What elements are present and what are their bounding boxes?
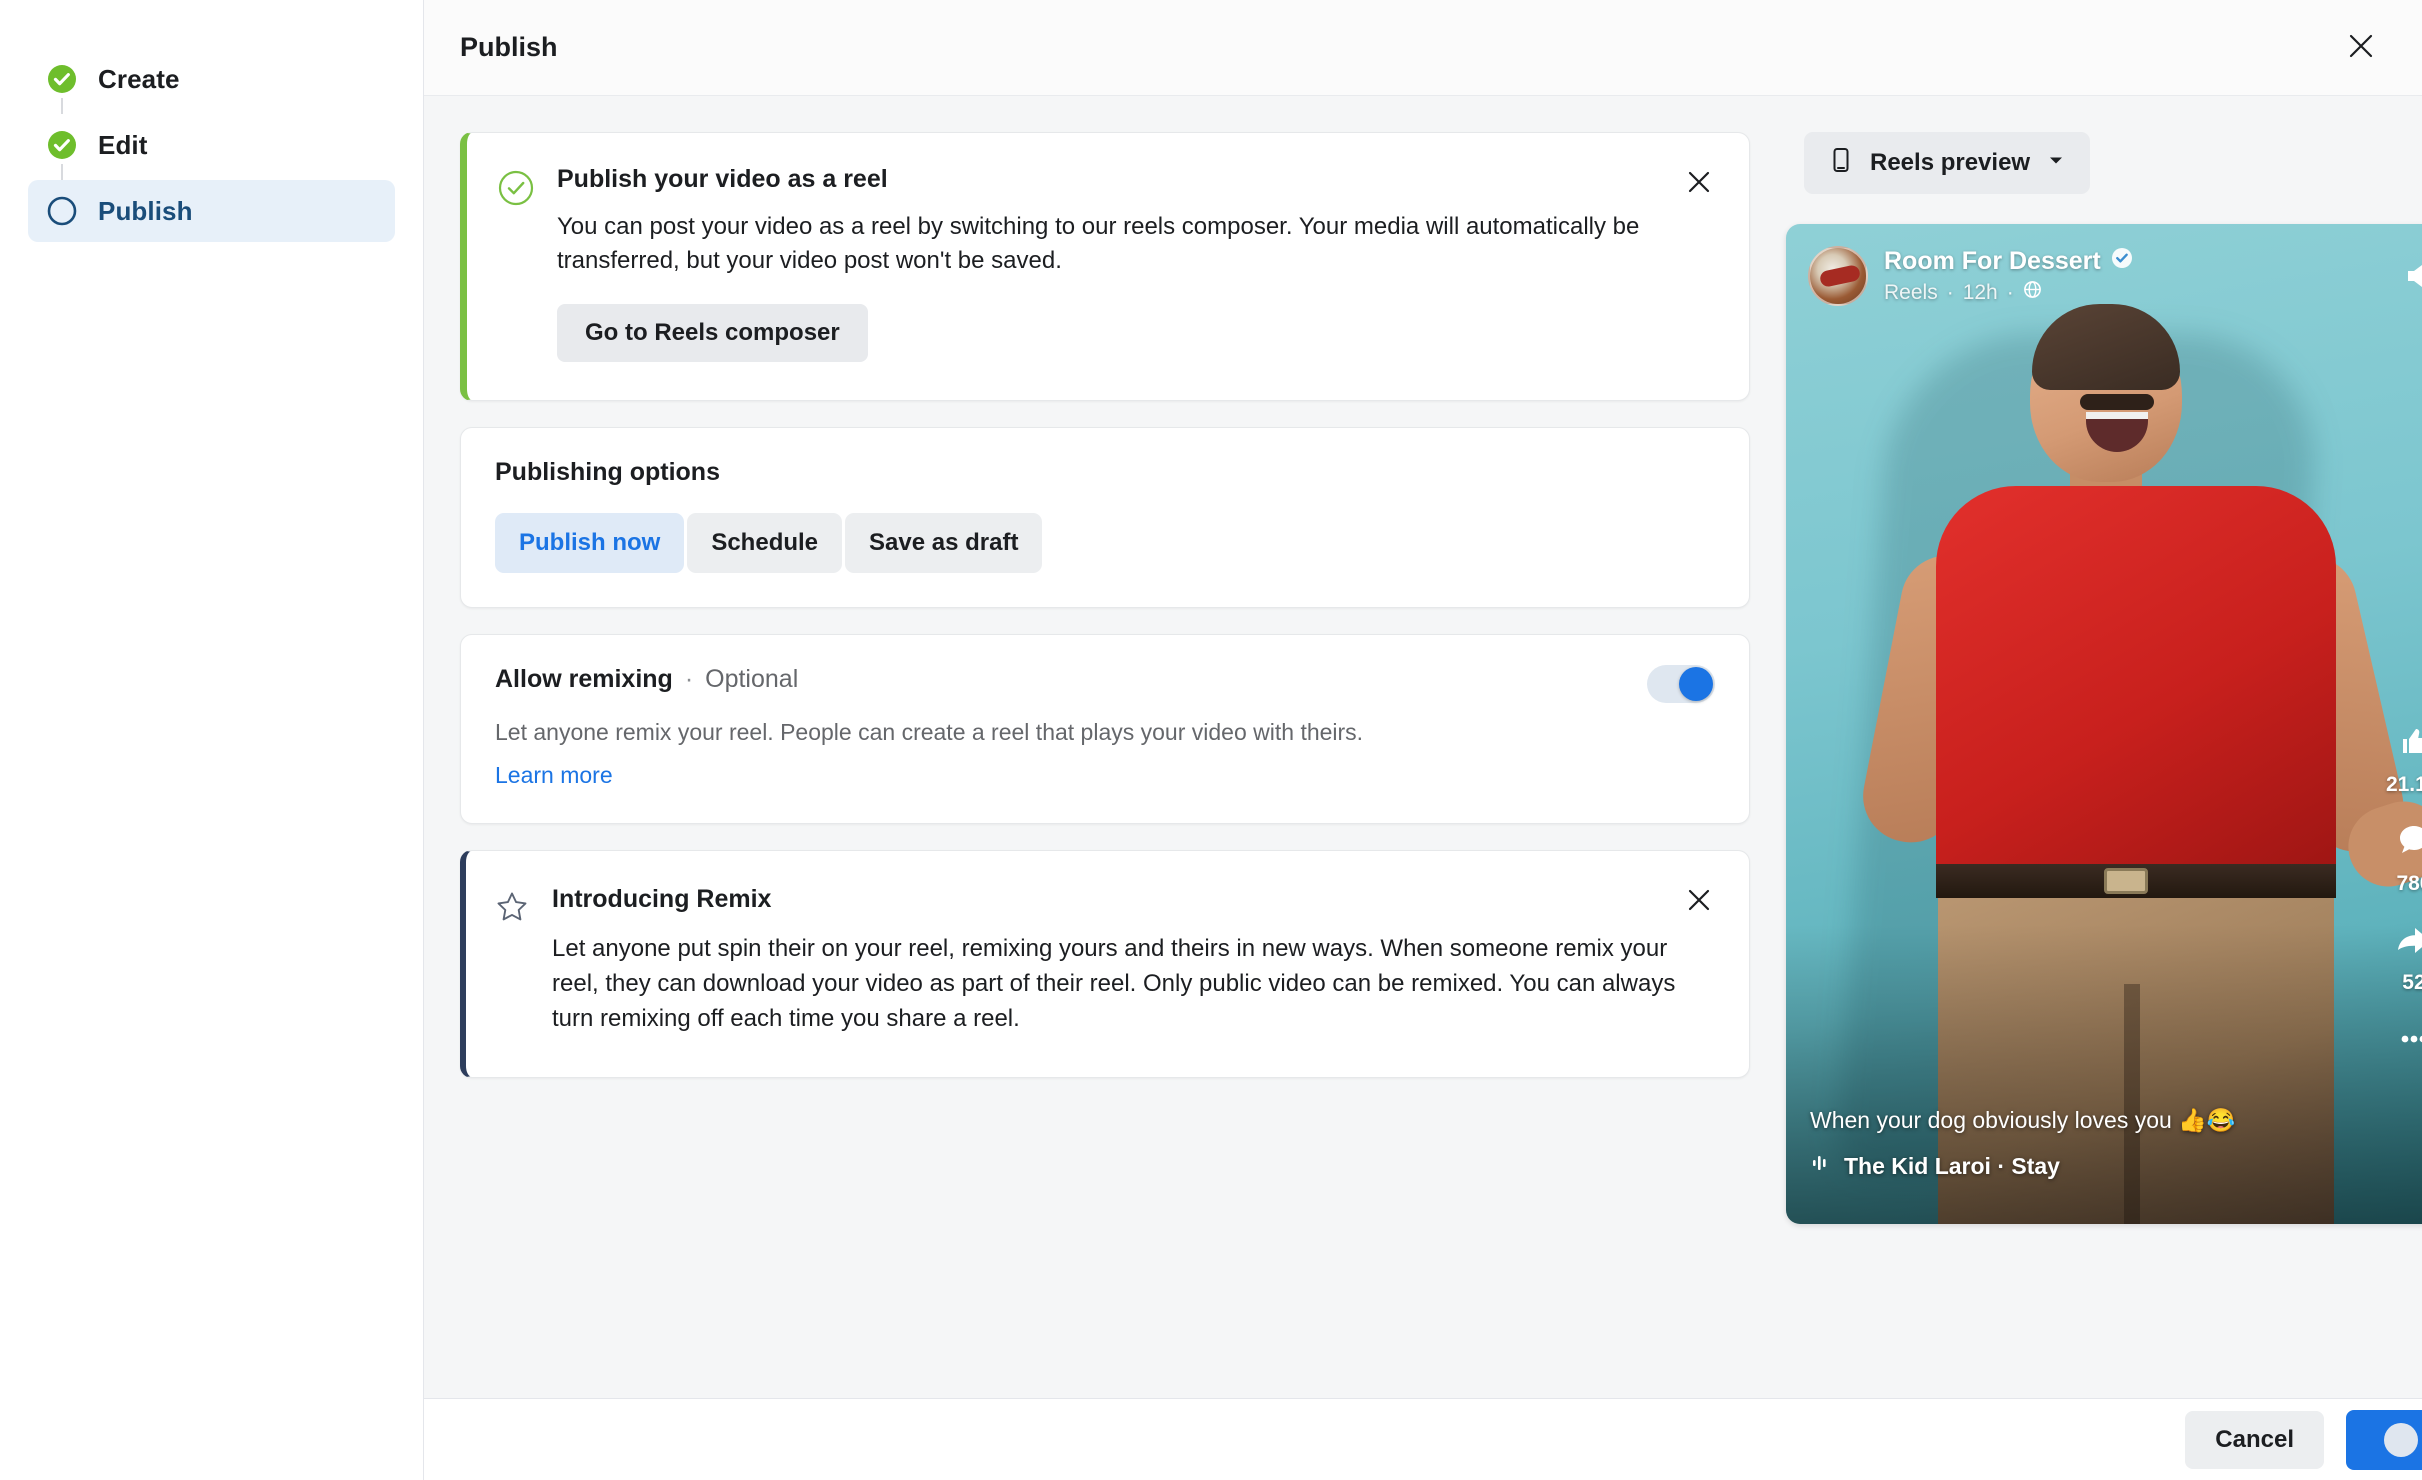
dialog-footer: Cancel <box>424 1398 2422 1480</box>
check-circle-filled-icon <box>46 63 78 95</box>
meta-separator: · <box>2006 280 2014 304</box>
reel-promo-banner: Publish your video as a reel You can pos… <box>460 132 1750 402</box>
publish-dialog: Create Edit Publish Publish Publish your… <box>0 0 2422 1480</box>
go-to-reels-composer-button[interactable]: Go to Reels composer <box>557 304 868 363</box>
introducing-remix-description: Let anyone put spin their on your reel, … <box>552 935 1676 1032</box>
sidebar-step-edit[interactable]: Edit <box>28 98 395 176</box>
close-icon <box>1685 886 1713 917</box>
reel-audio-label: The Kid Laroi · Stay <box>1844 1152 2060 1179</box>
introducing-remix-title: Introducing Remix <box>552 885 772 914</box>
reel-preview[interactable]: Room For Dessert Reels · 12h · 21.1 78 5… <box>1786 224 2422 1224</box>
reel-account-meta: Room For Dessert Reels · 12h · <box>1884 247 2133 305</box>
introducing-remix-close-button[interactable] <box>1675 877 1723 925</box>
check-circle-outline-icon <box>497 169 535 207</box>
preview-mode-label: Reels preview <box>1870 149 2031 176</box>
banner-title: Publish your video as a reel <box>557 165 888 193</box>
allow-remixing-description: Let anyone remix your reel. People can c… <box>495 719 1364 746</box>
star-outline-icon <box>494 889 530 925</box>
step-connector <box>61 164 63 180</box>
circle-outline-icon <box>46 195 78 227</box>
reel-figure-belt-buckle <box>2104 868 2148 894</box>
sidebar-step-label: Create <box>98 63 180 94</box>
meta-separator: · <box>1946 280 1954 304</box>
check-circle-filled-icon <box>46 129 78 161</box>
speaker-on-icon[interactable] <box>2396 254 2422 298</box>
reel-action-rail: 21.1K 780 <box>2382 712 2422 1074</box>
preview-column: Reels preview Room For Dessert Reels · 1… <box>1786 132 2422 1398</box>
reel-caption-block: When your dog obviously loves you 👍😂 The… <box>1810 1106 2336 1180</box>
share-arrow-icon <box>2392 918 2422 967</box>
dialog-close-button[interactable] <box>2338 25 2384 71</box>
chevron-down-icon <box>2046 149 2066 177</box>
title-separator: · <box>684 665 694 694</box>
thumbs-up-icon <box>2392 720 2422 769</box>
loading-spinner-icon <box>2384 1422 2418 1457</box>
reel-account-name[interactable]: Room For Dessert <box>1884 247 2101 276</box>
sidebar-step-label: Edit <box>98 129 148 160</box>
reel-figure-trouser-seam <box>2124 984 2140 1224</box>
introducing-remix-card: Introducing Remix Let anyone put spin th… <box>460 850 1750 1078</box>
close-icon <box>1685 168 1713 199</box>
avatar[interactable] <box>1808 246 1868 306</box>
reel-figure-shirt <box>1936 486 2336 886</box>
step-connector <box>61 98 63 114</box>
publish-settings-column: Publish your video as a reel You can pos… <box>460 132 1750 1398</box>
publishing-options-card: Publishing options Publish now Schedule … <box>460 427 1750 609</box>
option-save-as-draft[interactable]: Save as draft <box>845 513 1043 574</box>
preview-mode-dropdown[interactable]: Reels preview <box>1804 132 2091 194</box>
banner-close-button[interactable] <box>1675 159 1723 207</box>
sidebar-step-label: Publish <box>98 195 193 226</box>
allow-remixing-card: Allow remixing · Optional Let anyone rem… <box>460 634 1750 825</box>
reel-comment-action[interactable]: 780 <box>2388 811 2422 904</box>
sidebar-step-publish[interactable]: Publish <box>28 164 395 242</box>
reel-figure-moustache <box>2080 394 2154 410</box>
option-publish-now[interactable]: Publish now <box>495 513 685 574</box>
learn-more-link[interactable]: Learn more <box>495 762 613 789</box>
reel-account-name-row: Room For Dessert <box>1884 247 2133 276</box>
reel-surface-label: Reels <box>1884 280 1938 304</box>
allow-remixing-header: Allow remixing · Optional <box>495 665 1715 694</box>
reel-share-action[interactable]: 52 <box>2388 910 2422 1003</box>
allow-remixing-title: Allow remixing <box>495 665 673 694</box>
comment-bubble-icon <box>2392 819 2422 868</box>
reel-timestamp: 12h <box>1962 280 1998 304</box>
dialog-header: Publish <box>424 0 2422 96</box>
option-schedule[interactable]: Schedule <box>687 513 843 574</box>
dialog-body: Publish your video as a reel You can pos… <box>424 96 2422 1398</box>
optional-label: Optional <box>705 665 799 694</box>
audio-waveform-icon <box>1810 1152 1832 1180</box>
verified-badge-icon <box>2111 247 2133 276</box>
page-title: Publish <box>460 32 558 62</box>
close-icon <box>2346 31 2376 64</box>
reel-meta-row: Reels · 12h · <box>1884 280 2133 305</box>
reel-share-count: 52 <box>2402 971 2422 994</box>
toggle-knob <box>1679 667 1713 702</box>
reel-like-count: 21.1K <box>2385 773 2422 796</box>
publish-submit-button[interactable] <box>2346 1409 2422 1470</box>
reel-more-action[interactable] <box>2388 1009 2422 1074</box>
sidebar-step-create[interactable]: Create <box>28 48 395 110</box>
cancel-button[interactable]: Cancel <box>2185 1410 2324 1469</box>
allow-remixing-toggle[interactable] <box>1647 665 1715 704</box>
reel-header: Room For Dessert Reels · 12h · <box>1786 224 2422 328</box>
reel-like-action[interactable]: 21.1K <box>2382 712 2422 805</box>
more-dots-icon <box>2392 1017 2422 1066</box>
reel-comment-count: 780 <box>2396 872 2422 895</box>
publishing-options-group: Publish now Schedule Save as draft <box>495 513 1715 574</box>
steps-sidebar: Create Edit Publish <box>0 0 424 1480</box>
mobile-phone-icon <box>1828 147 1854 180</box>
main-region: Publish Publish your video as a reel You… <box>424 0 2422 1480</box>
banner-description: You can post your video as a reel by swi… <box>557 213 1640 275</box>
globe-icon <box>2023 280 2042 305</box>
reel-caption: When your dog obviously loves you 👍😂 <box>1810 1107 2236 1134</box>
publishing-options-title: Publishing options <box>495 458 720 487</box>
reel-audio-row[interactable]: The Kid Laroi · Stay <box>1810 1152 2336 1180</box>
